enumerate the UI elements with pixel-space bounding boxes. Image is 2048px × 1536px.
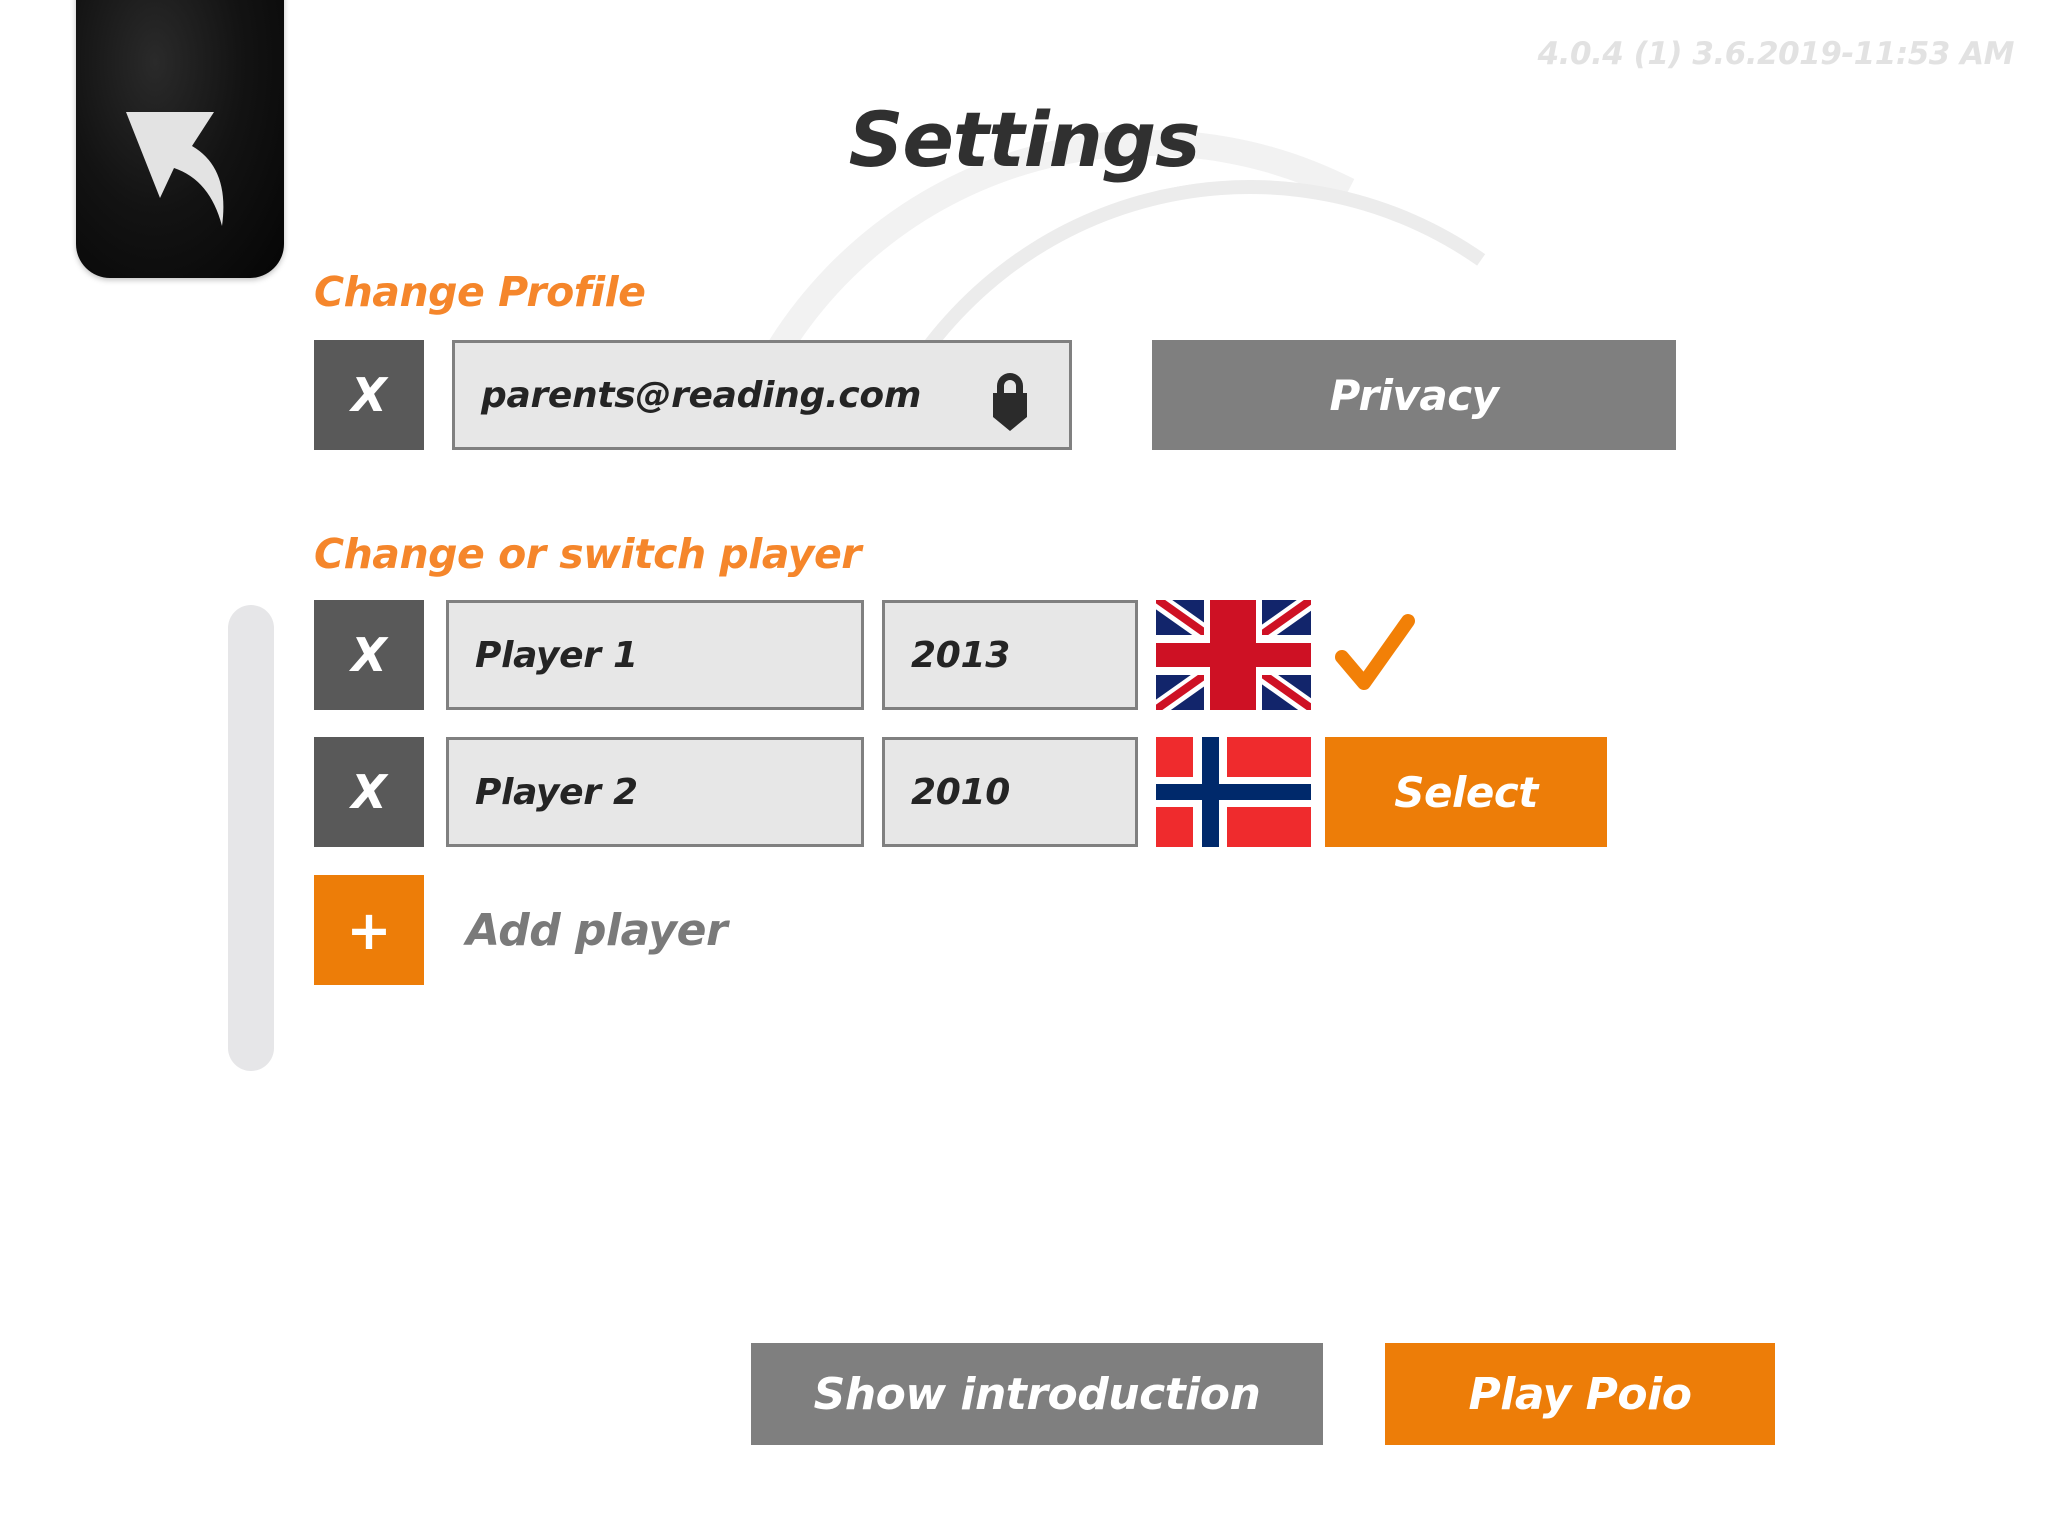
add-player-plus-button[interactable]: + bbox=[314, 875, 424, 985]
delete-player-button[interactable]: X bbox=[314, 737, 424, 847]
add-player-row[interactable]: + Add player bbox=[314, 875, 728, 985]
select-player-button[interactable]: Select bbox=[1325, 737, 1607, 847]
player-year-field[interactable]: 2013 bbox=[882, 600, 1138, 710]
player-name-value: Player 1 bbox=[475, 634, 638, 676]
delete-profile-button[interactable]: X bbox=[314, 340, 424, 450]
section-heading-change-player: Change or switch player bbox=[314, 530, 862, 578]
section-heading-change-profile: Change Profile bbox=[314, 268, 646, 316]
show-introduction-button[interactable]: Show introduction bbox=[751, 1343, 1323, 1445]
player-year-value: 2010 bbox=[911, 771, 1010, 813]
version-stamp: 4.0.4 (1) 3.6.2019-11:53 AM bbox=[1537, 36, 2015, 72]
lock-icon bbox=[993, 373, 1027, 431]
player-name-field[interactable]: Player 2 bbox=[446, 737, 864, 847]
player-year-field[interactable]: 2010 bbox=[882, 737, 1138, 847]
add-player-label: Add player bbox=[466, 904, 728, 956]
profile-email-row: X parents@reading.com bbox=[314, 340, 1072, 450]
player-name-field[interactable]: Player 1 bbox=[446, 600, 864, 710]
player-row: X Player 1 2013 bbox=[314, 600, 1417, 710]
play-poio-button[interactable]: Play Poio bbox=[1385, 1343, 1775, 1445]
checkmark-icon bbox=[1335, 614, 1415, 690]
player-name-value: Player 2 bbox=[475, 771, 638, 813]
background-swoosh-decoration-secondary bbox=[775, 115, 1725, 1065]
delete-player-button[interactable]: X bbox=[314, 600, 424, 710]
email-field-value: parents@reading.com bbox=[481, 374, 922, 416]
privacy-button[interactable]: Privacy bbox=[1152, 340, 1676, 450]
email-field[interactable]: parents@reading.com bbox=[452, 340, 1072, 450]
flag-united-kingdom-icon[interactable] bbox=[1156, 600, 1311, 710]
page-title: Settings bbox=[848, 95, 1201, 184]
player-list-scrollbar[interactable] bbox=[228, 605, 274, 1071]
settings-screen: 4.0.4 (1) 3.6.2019-11:53 AM Settings Cha… bbox=[0, 0, 2048, 1536]
player-year-value: 2013 bbox=[911, 634, 1010, 676]
flag-norway-icon[interactable] bbox=[1156, 737, 1311, 847]
player-row: X Player 2 2010 Select bbox=[314, 737, 1607, 847]
